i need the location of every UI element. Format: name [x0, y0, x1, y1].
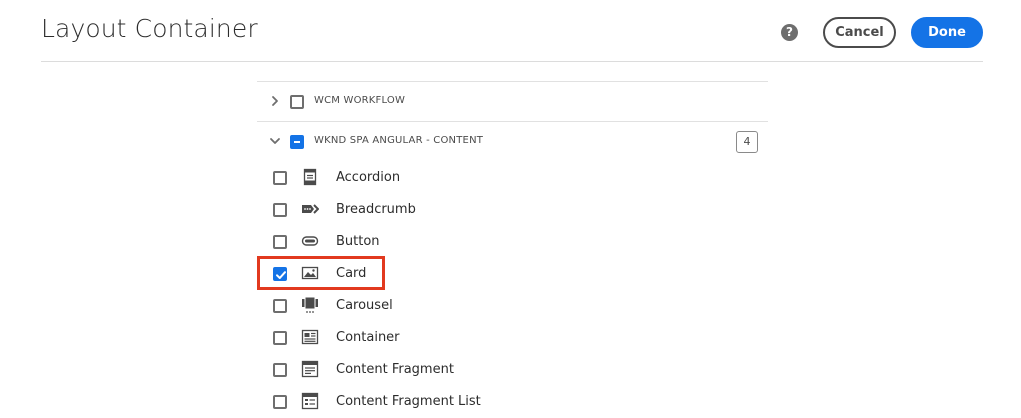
component-label: Carousel [336, 298, 393, 313]
component-item-button[interactable]: Button [257, 226, 768, 258]
component-label: Content Fragment List [336, 394, 481, 409]
group-label: WCM WORKFLOW [314, 95, 406, 106]
component-checkbox[interactable] [273, 267, 287, 281]
component-label: Accordion [336, 170, 401, 185]
checkmark-icon [276, 271, 286, 279]
group-label: WKND SPA ANGULAR - CONTENT [314, 135, 484, 146]
button-icon [301, 236, 319, 246]
component-checkbox[interactable] [273, 395, 287, 409]
page-title: Layout Container [41, 14, 258, 43]
chevron-down-icon[interactable] [268, 134, 282, 148]
component-checkbox[interactable] [273, 171, 287, 185]
component-item-container[interactable]: Container [257, 322, 768, 354]
allowed-components-panel: WCM WORKFLOW WKND SPA ANGULAR - CONTENT … [257, 81, 768, 411]
content-fragment-list-icon [301, 392, 319, 410]
component-checkbox[interactable] [273, 331, 287, 345]
accordion-icon [303, 168, 317, 186]
content-fragment-icon [301, 360, 319, 378]
image-icon [301, 266, 319, 280]
component-label: Content Fragment [336, 362, 454, 377]
component-label: Breadcrumb [336, 202, 416, 217]
component-item-content-fragment-list[interactable]: Content Fragment List [257, 386, 768, 418]
carousel-icon [302, 297, 318, 313]
component-checkbox[interactable] [273, 235, 287, 249]
component-item-breadcrumb[interactable]: Breadcrumb [257, 194, 768, 226]
component-item-accordion[interactable]: Accordion [257, 162, 768, 194]
component-checkbox[interactable] [273, 363, 287, 377]
component-label: Button [336, 234, 380, 249]
chevron-right-icon[interactable] [268, 94, 282, 108]
component-label: Card [336, 266, 367, 281]
group-row-wcm-workflow[interactable]: WCM WORKFLOW [257, 82, 768, 122]
selected-count-badge: 4 [736, 131, 758, 153]
component-item-carousel[interactable]: Carousel [257, 290, 768, 322]
component-checkbox[interactable] [273, 299, 287, 313]
header-divider [41, 61, 983, 62]
container-icon [301, 329, 319, 345]
help-icon[interactable]: ? [781, 24, 798, 41]
component-item-card[interactable]: Card [257, 258, 768, 290]
component-item-content-fragment[interactable]: Content Fragment [257, 354, 768, 386]
component-label: Container [336, 330, 400, 345]
cancel-button[interactable]: Cancel [823, 17, 896, 48]
done-button[interactable]: Done [911, 17, 983, 48]
component-checkbox[interactable] [273, 203, 287, 217]
group-checkbox-wknd-spa-angular-content[interactable] [290, 135, 304, 149]
group-checkbox-wcm-workflow[interactable] [290, 95, 304, 109]
dialog-header: Layout Container ? Cancel Done [0, 0, 1021, 62]
breadcrumb-icon [302, 204, 319, 214]
group-row-wknd-spa-angular-content[interactable]: WKND SPA ANGULAR - CONTENT 4 [257, 122, 768, 162]
